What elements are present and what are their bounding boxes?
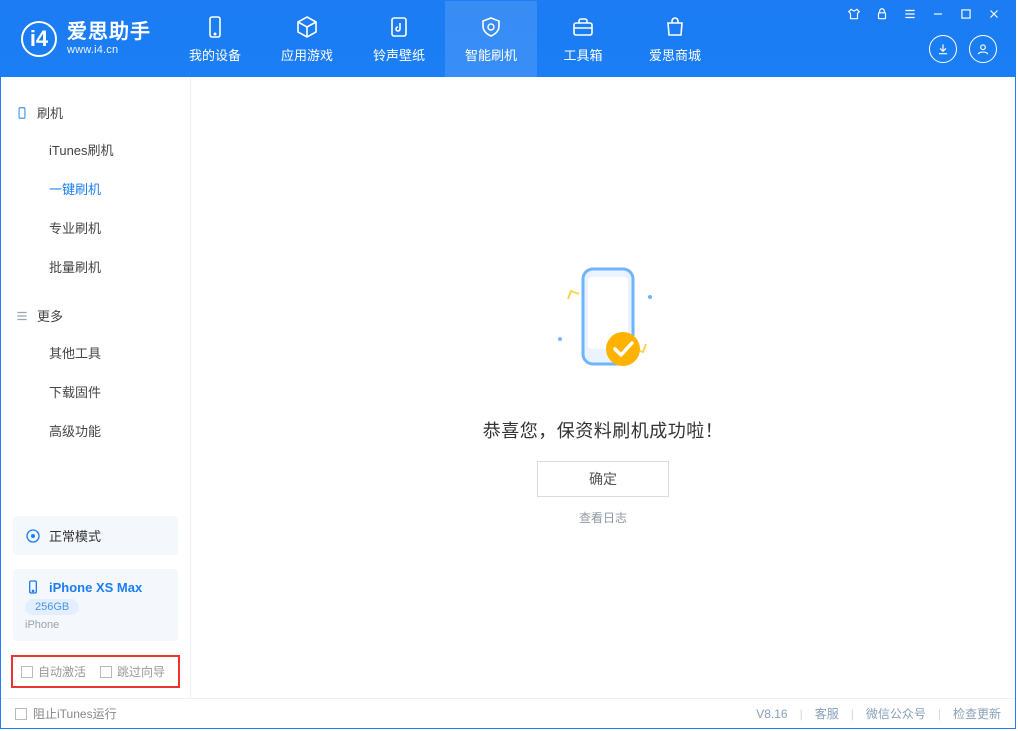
tab-label: 铃声壁纸 bbox=[373, 45, 425, 64]
bag-icon bbox=[663, 15, 687, 39]
sidebar-group-label: 刷机 bbox=[37, 103, 63, 122]
footer-link-update[interactable]: 检查更新 bbox=[953, 705, 1001, 722]
main-content: 恭喜您，保资料刷机成功啦！ 确定 查看日志 bbox=[191, 77, 1015, 698]
separator: | bbox=[938, 707, 941, 721]
checkbox-icon bbox=[15, 708, 27, 720]
top-right bbox=[847, 1, 1015, 77]
close-icon[interactable] bbox=[987, 7, 1001, 21]
checkbox-icon bbox=[100, 666, 112, 678]
device-type: iPhone bbox=[25, 619, 59, 631]
sidebar-item-itunes-flash[interactable]: iTunes刷机 bbox=[1, 130, 190, 169]
music-icon bbox=[387, 15, 411, 39]
separator: | bbox=[851, 707, 854, 721]
footer-link-wechat[interactable]: 微信公众号 bbox=[866, 705, 926, 722]
sidebar-group-label: 更多 bbox=[37, 306, 63, 325]
logo-icon: i4 bbox=[21, 21, 57, 57]
cube-icon bbox=[295, 15, 319, 39]
top-bar: i4 爱思助手 www.i4.cn 我的设备 应用游戏 铃声壁纸 智能刷机 bbox=[1, 1, 1015, 77]
user-icon bbox=[976, 42, 990, 56]
download-icon bbox=[936, 42, 950, 56]
tab-label: 爱思商城 bbox=[649, 45, 701, 64]
minimize-icon[interactable] bbox=[931, 7, 945, 21]
option-label: 自动激活 bbox=[38, 663, 86, 680]
refresh-shield-icon bbox=[479, 15, 503, 39]
option-auto-activate[interactable]: 自动激活 bbox=[21, 663, 86, 680]
tab-store[interactable]: 爱思商城 bbox=[629, 1, 721, 77]
tab-label: 我的设备 bbox=[189, 45, 241, 64]
tab-label: 应用游戏 bbox=[281, 45, 333, 64]
app-site: www.i4.cn bbox=[67, 44, 151, 57]
sidebar-group-more: 更多 bbox=[1, 298, 190, 333]
version-label: V8.16 bbox=[756, 707, 787, 721]
app-window: i4 爱思助手 www.i4.cn 我的设备 应用游戏 铃声壁纸 智能刷机 bbox=[0, 0, 1016, 729]
footer-right: V8.16 | 客服 | 微信公众号 | 检查更新 bbox=[756, 705, 1001, 722]
header-circle-icons bbox=[929, 35, 997, 63]
sidebar-group-flash: 刷机 bbox=[1, 95, 190, 130]
logo-text: 爱思助手 www.i4.cn bbox=[67, 21, 151, 57]
options-highlight-row: 自动激活 跳过向导 bbox=[11, 655, 180, 688]
device-capacity: 256GB bbox=[25, 599, 79, 615]
phone-success-icon bbox=[528, 249, 678, 399]
sidebar-item-other-tools[interactable]: 其他工具 bbox=[1, 333, 190, 372]
tab-apps-games[interactable]: 应用游戏 bbox=[261, 1, 353, 77]
lock-icon[interactable] bbox=[875, 7, 889, 21]
body: 刷机 iTunes刷机 一键刷机 专业刷机 批量刷机 更多 其他工具 下载固件 … bbox=[1, 77, 1015, 698]
sidebar-item-batch-flash[interactable]: 批量刷机 bbox=[1, 247, 190, 286]
device-small-icon bbox=[15, 106, 29, 120]
sidebar: 刷机 iTunes刷机 一键刷机 专业刷机 批量刷机 更多 其他工具 下载固件 … bbox=[1, 77, 191, 698]
logo-area: i4 爱思助手 www.i4.cn bbox=[1, 1, 169, 77]
tab-ringtones[interactable]: 铃声壁纸 bbox=[353, 1, 445, 77]
sidebar-item-oneclick-flash[interactable]: 一键刷机 bbox=[1, 169, 190, 208]
success-illustration bbox=[528, 249, 678, 399]
ok-button[interactable]: 确定 bbox=[537, 461, 669, 497]
checkbox-icon bbox=[21, 666, 33, 678]
sidebar-item-download-fw[interactable]: 下载固件 bbox=[1, 372, 190, 411]
footer-link-support[interactable]: 客服 bbox=[815, 705, 839, 722]
shirt-icon[interactable] bbox=[847, 7, 861, 21]
footer: 阻止iTunes运行 V8.16 | 客服 | 微信公众号 | 检查更新 bbox=[1, 698, 1015, 728]
app-title: 爱思助手 bbox=[67, 21, 151, 44]
tab-label: 工具箱 bbox=[563, 45, 602, 64]
success-message: 恭喜您，保资料刷机成功啦！ bbox=[483, 417, 724, 443]
mode-box[interactable]: 正常模式 bbox=[13, 516, 178, 555]
block-itunes-option[interactable]: 阻止iTunes运行 bbox=[15, 705, 117, 722]
sidebar-item-advanced[interactable]: 高级功能 bbox=[1, 411, 190, 450]
tab-label: 智能刷机 bbox=[465, 45, 517, 64]
sidebar-item-pro-flash[interactable]: 专业刷机 bbox=[1, 208, 190, 247]
list-icon bbox=[15, 309, 29, 323]
device-box[interactable]: iPhone XS Max 256GB iPhone bbox=[13, 569, 178, 641]
phone-small-icon bbox=[25, 579, 41, 595]
download-button[interactable] bbox=[929, 35, 957, 63]
view-log-link[interactable]: 查看日志 bbox=[579, 509, 627, 526]
window-controls bbox=[847, 7, 1001, 21]
nav-tabs: 我的设备 应用游戏 铃声壁纸 智能刷机 工具箱 爱思商城 bbox=[169, 1, 721, 77]
maximize-icon[interactable] bbox=[959, 7, 973, 21]
option-label: 跳过向导 bbox=[117, 663, 165, 680]
mode-label: 正常模式 bbox=[49, 526, 101, 545]
tab-my-device[interactable]: 我的设备 bbox=[169, 1, 261, 77]
device-name-row: iPhone XS Max bbox=[25, 579, 142, 595]
option-skip-wizard[interactable]: 跳过向导 bbox=[100, 663, 165, 680]
tab-smart-flash[interactable]: 智能刷机 bbox=[445, 1, 537, 77]
block-itunes-label: 阻止iTunes运行 bbox=[33, 705, 117, 722]
user-button[interactable] bbox=[969, 35, 997, 63]
toolbox-icon bbox=[571, 15, 595, 39]
separator: | bbox=[800, 707, 803, 721]
tab-toolbox[interactable]: 工具箱 bbox=[537, 1, 629, 77]
device-name: iPhone XS Max bbox=[49, 580, 142, 595]
mode-icon bbox=[25, 528, 41, 544]
menu-icon[interactable] bbox=[903, 7, 917, 21]
phone-icon bbox=[203, 15, 227, 39]
